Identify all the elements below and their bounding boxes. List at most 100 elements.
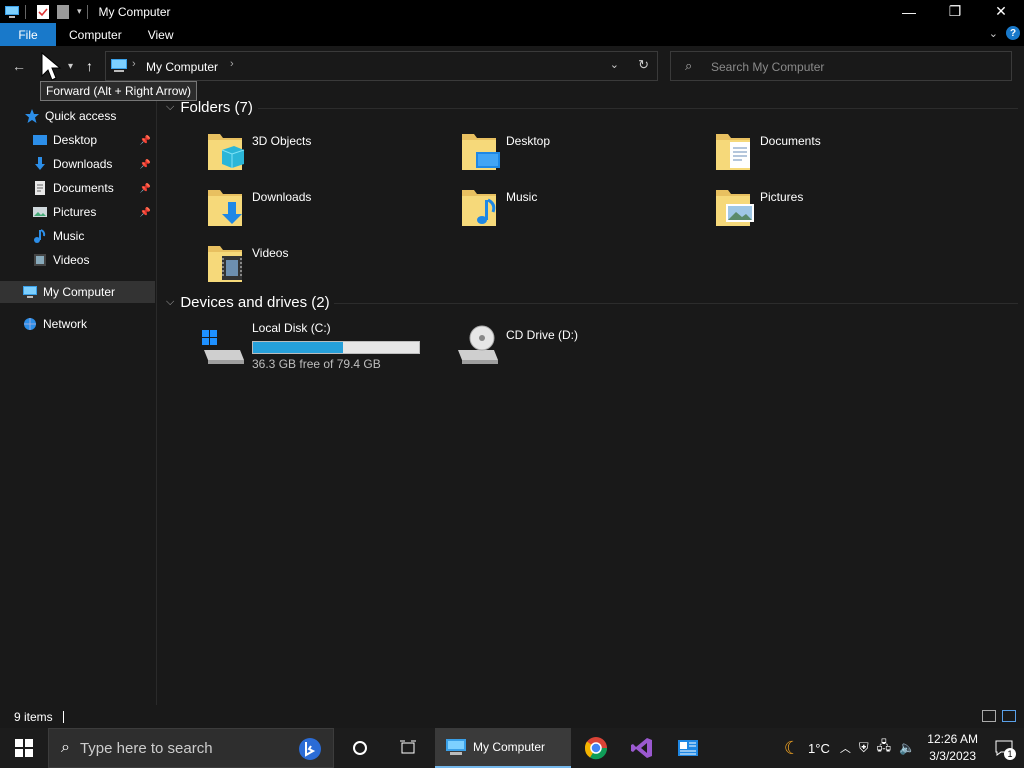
network-icon	[24, 318, 36, 330]
drive-free-space: 36.3 GB free of 79.4 GB	[252, 357, 381, 371]
quick-access-toolbar: ▾	[0, 0, 93, 23]
folders-group-header[interactable]: ⌵ Folders (7)	[166, 99, 253, 116]
tab-computer[interactable]: Computer	[56, 23, 135, 46]
folder-downloads-icon	[208, 190, 242, 226]
details-view-icon[interactable]	[982, 710, 996, 722]
address-dropdown-icon[interactable]: ⌄	[610, 58, 619, 71]
up-arrow-icon[interactable]: ↑	[86, 58, 93, 74]
tab-view[interactable]: View	[135, 23, 187, 46]
maximize-button[interactable]: ❐	[932, 0, 978, 23]
ribbon-tabs: File Computer View ⌄ ?	[0, 23, 1024, 46]
clock[interactable]: 12:26 AM 3/3/2023	[927, 731, 978, 765]
weather-temperature[interactable]: 1°C	[808, 741, 830, 756]
recent-locations-icon[interactable]: ▾	[68, 61, 73, 72]
pin-icon[interactable]: 📌	[140, 183, 151, 194]
chevron-down-icon[interactable]: ⌵	[166, 296, 174, 309]
pin-icon[interactable]: 📌	[140, 135, 151, 146]
sidebar-item-quick-access[interactable]: Quick access	[0, 105, 155, 127]
folder-documents[interactable]: Documents	[714, 128, 944, 176]
help-icon[interactable]: ?	[1006, 26, 1020, 40]
sidebar-item-desktop[interactable]: Desktop 📌	[0, 129, 155, 151]
chevron-right-icon[interactable]: ›	[132, 58, 136, 70]
close-button[interactable]: ✕	[978, 0, 1024, 23]
taskbar: ⌕ Type here to search My Computer ☾ 1°C …	[0, 728, 1024, 768]
clock-date: 3/3/2023	[929, 749, 976, 763]
refresh-icon[interactable]: ↻	[638, 57, 649, 73]
visual-studio-icon[interactable]	[622, 728, 662, 768]
sidebar-item-videos[interactable]: Videos	[0, 249, 155, 271]
task-view-icon[interactable]	[388, 728, 428, 768]
folder-downloads[interactable]: Downloads	[206, 184, 436, 232]
back-arrow-icon[interactable]: ←	[12, 58, 26, 74]
cortana-icon[interactable]	[340, 728, 380, 768]
chevron-down-icon[interactable]: ▾	[77, 6, 82, 17]
sidebar-item-my-computer[interactable]: My Computer	[0, 281, 155, 303]
chevron-down-icon[interactable]: ⌵	[166, 101, 174, 114]
network-status-icon[interactable]: 🖧	[877, 737, 892, 759]
pin-icon[interactable]: 📌	[140, 159, 151, 170]
properties-icon[interactable]	[35, 4, 51, 20]
sidebar-item-documents[interactable]: Documents 📌	[0, 177, 155, 199]
system-tray: ☾ 1°C ︿ ⛨ 🖧 🔈 12:26 AM 3/3/2023 1	[784, 728, 1024, 768]
minimize-button[interactable]: —	[886, 0, 932, 23]
group-title: Devices and drives (2)	[180, 294, 330, 311]
taskbar-app-my-computer[interactable]: My Computer	[435, 728, 571, 768]
sidebar-item-network[interactable]: Network	[0, 313, 155, 335]
cd-drive-icon	[458, 325, 498, 364]
navigation-pane: Quick access Desktop 📌 Downloads 📌 Docum…	[0, 88, 157, 705]
folder-label: Videos	[252, 246, 289, 260]
sidebar-item-downloads[interactable]: Downloads 📌	[0, 153, 155, 175]
sidebar-item-label: My Computer	[43, 285, 116, 299]
folder-videos-icon	[208, 246, 242, 282]
sidebar-item-pictures[interactable]: Pictures 📌	[0, 201, 155, 223]
folder-pictures[interactable]: Pictures	[714, 184, 944, 232]
drive-usage-fill	[253, 342, 343, 353]
start-button[interactable]	[0, 728, 48, 768]
folder-music[interactable]: Music	[460, 184, 690, 232]
expand-ribbon-icon[interactable]: ⌄	[989, 27, 998, 40]
tab-file[interactable]: File	[0, 23, 56, 46]
notification-center-icon[interactable]: 1	[984, 728, 1024, 768]
taskbar-search[interactable]: ⌕ Type here to search	[48, 728, 334, 768]
videos-icon	[34, 254, 46, 266]
bing-icon[interactable]	[297, 737, 323, 761]
folder-label: Desktop	[506, 134, 551, 148]
folder-desktop[interactable]: Desktop	[460, 128, 690, 176]
computer-icon	[446, 739, 466, 755]
taskbar-app-label: My Computer	[473, 740, 546, 754]
weather-moon-icon[interactable]: ☾	[784, 738, 800, 759]
pin-icon[interactable]: 📌	[140, 207, 151, 218]
search-box[interactable]: ⌕ Search My Computer	[670, 51, 1012, 81]
search-placeholder: Search My Computer	[711, 60, 825, 74]
large-icons-view-icon[interactable]	[1002, 710, 1016, 722]
chevron-right-icon[interactable]: ›	[230, 58, 234, 70]
folder-label: Documents	[760, 134, 821, 148]
volume-icon[interactable]: 🔈	[899, 740, 915, 756]
desktop-icon	[33, 135, 47, 145]
security-icon[interactable]: ⛨	[859, 740, 869, 756]
folder-label: Music	[506, 190, 538, 204]
sidebar-item-music[interactable]: Music	[0, 225, 155, 247]
sidebar-item-label: Quick access	[45, 109, 117, 123]
drives-group-header[interactable]: ⌵ Devices and drives (2)	[166, 294, 330, 311]
drive-label: CD Drive (D:)	[506, 328, 578, 342]
folder-3d-objects[interactable]: 3D Objects	[206, 128, 436, 176]
address-bar[interactable]: › My Computer › ⌄ ↻	[105, 51, 658, 81]
news-app-icon[interactable]	[668, 728, 708, 768]
pictures-icon	[33, 207, 47, 217]
chrome-icon[interactable]	[576, 728, 616, 768]
content-pane: ⌵ Folders (7) 3D Objects Desktop Documen…	[158, 88, 1024, 705]
drive-cd-d[interactable]: CD Drive (D:)	[454, 320, 654, 370]
sidebar-item-label: Pictures	[53, 205, 97, 219]
breadcrumb[interactable]: My Computer	[146, 60, 218, 74]
folder-label: Pictures	[760, 190, 804, 204]
folder-desktop-icon	[462, 134, 500, 170]
folder-videos[interactable]: Videos	[206, 240, 436, 288]
window-title: My Computer	[98, 4, 171, 19]
new-folder-icon[interactable]	[55, 4, 71, 20]
show-hidden-icons-icon[interactable]: ︿	[840, 740, 851, 756]
windows-logo-icon	[15, 739, 33, 757]
computer-icon[interactable]	[4, 4, 20, 20]
folder-music-icon	[462, 190, 496, 226]
drive-local-disk-c[interactable]: Local Disk (C:) 36.3 GB free of 79.4 GB	[200, 320, 430, 371]
